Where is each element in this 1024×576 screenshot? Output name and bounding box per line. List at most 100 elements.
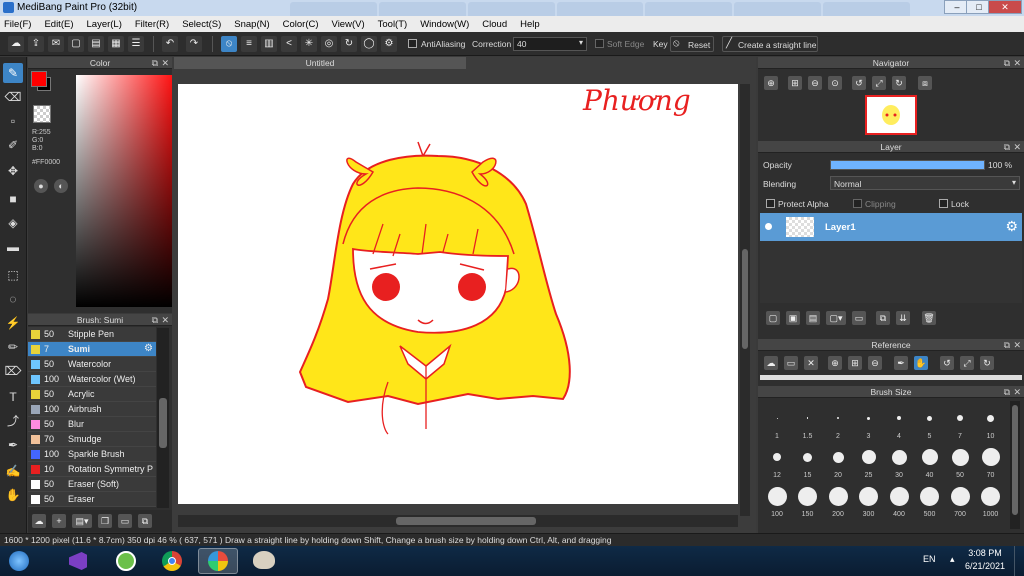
duplicate-layer-icon[interactable]: ⧉ <box>876 311 890 325</box>
open-folder-icon[interactable]: ▭ <box>784 356 798 370</box>
eraser-tool-icon[interactable]: ⌫ <box>3 87 23 107</box>
new-halftone-layer-icon[interactable]: ▣ <box>786 311 800 325</box>
lasso-icon[interactable]: ◌ <box>3 289 23 309</box>
duplicate-icon[interactable]: ⧉ <box>138 514 152 528</box>
rotate-right-icon[interactable]: ↻ <box>892 76 906 90</box>
zoom-in-icon[interactable]: ⊕ <box>828 356 842 370</box>
float-icon[interactable]: ⧉ <box>1004 339 1010 351</box>
rotate-left-icon[interactable]: ↺ <box>940 356 954 370</box>
paint-taskbar-icon[interactable] <box>244 548 284 574</box>
palette-icon[interactable]: ● <box>34 179 48 193</box>
brush-size-option[interactable]: 10 <box>976 404 1006 440</box>
brush-size-option[interactable]: 1.5 <box>793 404 823 440</box>
brush-size-option[interactable]: 500 <box>915 482 945 518</box>
reset-button[interactable]: ⦸ Reset <box>670 36 714 52</box>
correction-select[interactable]: 40 ▾ <box>513 37 587 51</box>
float-icon[interactable]: ⧉ <box>152 57 158 69</box>
brush-item[interactable]: 70 Smudge <box>28 432 156 447</box>
brush-size-option[interactable]: 300 <box>854 482 884 518</box>
new-layer-icon[interactable]: ▢ <box>766 311 780 325</box>
menu-view[interactable]: View(V) <box>332 19 365 30</box>
brush-size-option[interactable]: 400 <box>884 482 914 518</box>
undo-icon[interactable]: ↶ <box>162 36 178 52</box>
folder-icon[interactable]: ▭ <box>852 311 866 325</box>
close-icon[interactable]: ✕ <box>161 57 169 69</box>
menu-cloud[interactable]: Cloud <box>482 19 507 30</box>
zoom-fit-icon[interactable]: ⊞ <box>788 76 802 90</box>
close-reference-icon[interactable]: ✕ <box>804 356 818 370</box>
saturation-value-picker[interactable] <box>76 75 180 307</box>
pen-tool-icon[interactable]: ✍ <box>3 461 23 481</box>
drawing-canvas[interactable]: Phương <box>178 84 738 504</box>
gradient-icon[interactable]: ▬ <box>3 237 23 257</box>
antialiasing-checkbox[interactable] <box>408 39 417 48</box>
flip-icon[interactable]: ⤢ <box>872 76 886 90</box>
foreground-color-swatch[interactable] <box>31 71 47 87</box>
close-icon[interactable]: ✕ <box>161 314 169 326</box>
brush-item[interactable]: 50 Watercolor <box>28 357 156 372</box>
brush-size-option[interactable]: 3 <box>854 404 884 440</box>
snap-circle-icon[interactable]: ◎ <box>321 36 337 52</box>
opacity-slider[interactable] <box>830 160 985 170</box>
brush-size-option[interactable]: 200 <box>823 482 853 518</box>
visibility-icon[interactable] <box>765 223 772 230</box>
brush-size-option[interactable]: 30 <box>884 443 914 479</box>
canvas-horizontal-scrollbar[interactable] <box>178 515 738 527</box>
add-brush-icon[interactable]: + <box>52 514 66 528</box>
chrome-taskbar-icon[interactable] <box>152 548 192 574</box>
show-hidden-icons-icon[interactable]: ▴ <box>950 554 955 565</box>
brush-size-scrollbar[interactable] <box>1010 401 1020 529</box>
float-icon[interactable]: ⧉ <box>1004 386 1010 398</box>
move-tool-icon[interactable]: ✥ <box>3 161 23 181</box>
dot-tool-icon[interactable]: ▫ <box>3 111 23 131</box>
operation-icon[interactable]: ⤴ <box>3 411 23 431</box>
clipping-checkbox[interactable] <box>853 199 862 208</box>
new-8bit-layer-icon[interactable]: ▤ <box>806 311 820 325</box>
brush-size-option[interactable]: 7 <box>945 404 975 440</box>
app-taskbar-icon[interactable] <box>106 548 146 574</box>
brush-item[interactable]: 100 Watercolor (Wet) <box>28 372 156 387</box>
brush-size-option[interactable]: 150 <box>793 482 823 518</box>
brush-size-option[interactable]: 40 <box>915 443 945 479</box>
brush-list-scrollbar[interactable] <box>157 328 169 508</box>
merge-layer-icon[interactable]: ⇊ <box>896 311 910 325</box>
blending-select[interactable]: Normal ▾ <box>830 176 1020 190</box>
brush-size-option[interactable]: 1000 <box>976 482 1006 518</box>
snap-ellipse-icon[interactable]: ◯ <box>361 36 377 52</box>
brush-size-option[interactable]: 700 <box>945 482 975 518</box>
create-straight-line-button[interactable]: ╱ Create a straight line <box>722 36 818 52</box>
brush-item[interactable]: 7 Sumi ⚙ <box>28 342 156 357</box>
add-layer-menu-icon[interactable]: ▢▾ <box>826 311 846 325</box>
new-file-icon[interactable]: ▢ <box>68 36 84 52</box>
zoom-in-icon[interactable]: ⊕ <box>764 76 778 90</box>
protect-alpha-checkbox[interactable] <box>766 199 775 208</box>
snap-radial-icon[interactable]: ✳ <box>301 36 317 52</box>
menu-help[interactable]: Help <box>520 19 540 30</box>
brush-item[interactable]: 10 Rotation Symmetry P <box>28 462 156 477</box>
grid-icon[interactable]: ▦ <box>108 36 124 52</box>
brush-item[interactable]: 50 Blur <box>28 417 156 432</box>
menu-color[interactable]: Color(C) <box>283 19 319 30</box>
snap-curve-icon[interactable]: ↻ <box>341 36 357 52</box>
eyedropper-icon[interactable]: ✒ <box>3 435 23 455</box>
float-icon[interactable]: ⧉ <box>1004 141 1010 153</box>
select-eraser-icon[interactable]: ⌦ <box>3 361 23 381</box>
reference-cloud-icon[interactable]: ☁ <box>764 356 778 370</box>
brush-size-option[interactable]: 15 <box>793 443 823 479</box>
hand-tool-icon[interactable]: ✋ <box>3 485 23 505</box>
soft-edge-checkbox[interactable] <box>595 39 604 48</box>
trash-icon[interactable]: 🗑 <box>922 311 936 325</box>
select-pen-tool-icon[interactable]: ✏ <box>3 337 23 357</box>
zoom-out-icon[interactable]: ⊖ <box>808 76 822 90</box>
brush-size-option[interactable]: 2 <box>823 404 853 440</box>
bucket-icon[interactable]: ◈ <box>3 213 23 233</box>
brush-size-option[interactable]: 70 <box>976 443 1006 479</box>
hand-icon[interactable]: ✋ <box>914 356 928 370</box>
menu-file[interactable]: File(F) <box>4 19 31 30</box>
language-indicator[interactable]: EN <box>923 554 936 564</box>
snap-off-icon[interactable]: ⦸ <box>221 36 237 52</box>
close-button[interactable]: ✕ <box>988 0 1022 14</box>
brush-size-option[interactable]: 25 <box>854 443 884 479</box>
menu-layer[interactable]: Layer(L) <box>87 19 122 30</box>
brush-size-option[interactable]: 1 <box>762 404 792 440</box>
